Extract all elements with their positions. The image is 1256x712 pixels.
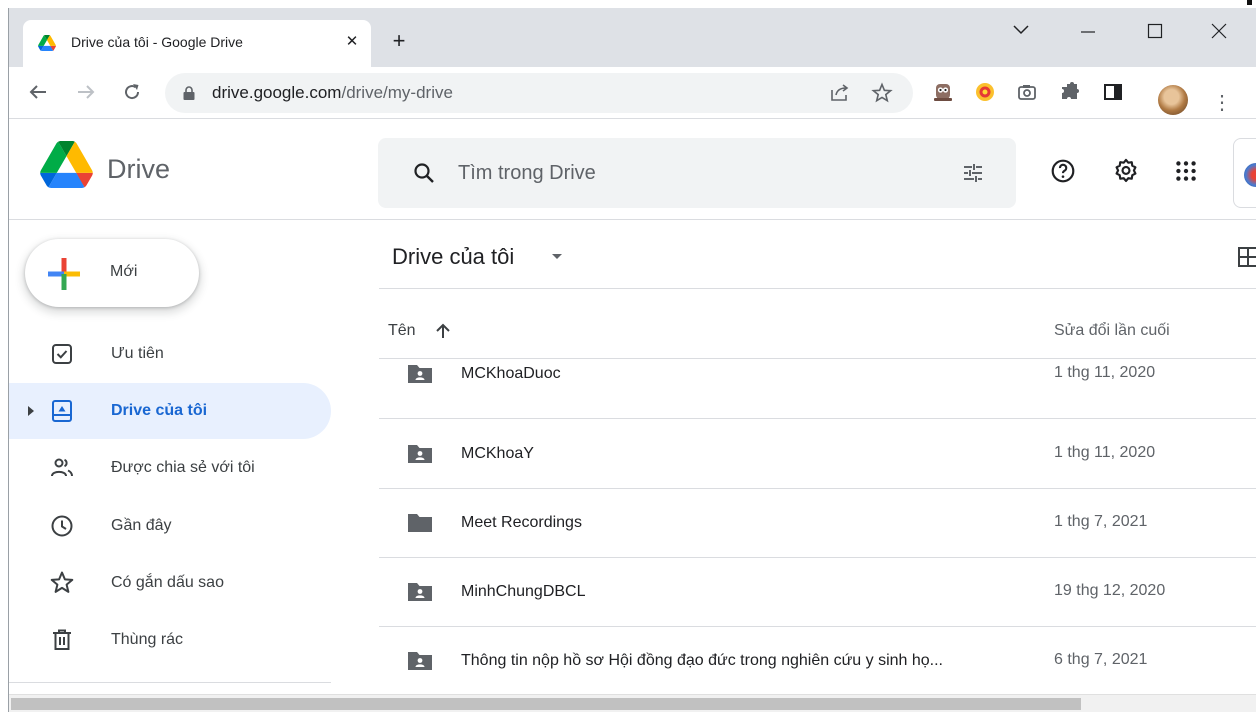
- file-name: MCKhoaDuoc: [461, 365, 561, 382]
- google-drive-favicon-icon: [38, 35, 56, 51]
- browser-menu-button[interactable]: ⋮: [1212, 93, 1232, 113]
- search-input[interactable]: [458, 158, 938, 188]
- browser-window: Drive của tôi - Google Drive ✕ + drive.g…: [8, 8, 1256, 712]
- sidebar-item-my-drive[interactable]: Drive của tôi: [9, 383, 331, 439]
- file-name: Meet Recordings: [461, 514, 582, 531]
- new-tab-button[interactable]: +: [387, 29, 411, 53]
- shared-people-icon: [51, 458, 73, 477]
- shared-folder-icon: [408, 445, 432, 463]
- forward-arrow-icon[interactable]: [74, 80, 98, 104]
- profile-avatar[interactable]: [1158, 85, 1188, 115]
- camera-extension-icon[interactable]: [1015, 80, 1039, 104]
- sidebar-item-label: Được chia sẻ với tôi: [111, 459, 255, 476]
- table-row[interactable]: MCKhoaDuoc 1 thg 11, 2020: [379, 350, 1256, 419]
- clock-icon: [51, 515, 73, 537]
- folder-icon: [408, 514, 432, 532]
- window-close-icon[interactable]: [1204, 16, 1234, 46]
- scrollbar-thumb[interactable]: [11, 698, 1081, 710]
- google-drive-logo-icon[interactable]: [40, 141, 93, 188]
- tab-close-button[interactable]: ✕: [341, 31, 363, 53]
- sidebar-item-label: Thùng rác: [111, 631, 184, 648]
- column-header: Tên Sửa đổi lần cuối: [379, 290, 1256, 359]
- bookmark-star-icon[interactable]: [871, 82, 893, 104]
- file-modified: 19 thg 12, 2020: [1054, 582, 1166, 599]
- address-bar[interactable]: drive.google.com/drive/my-drive: [165, 73, 913, 113]
- priority-check-icon: [52, 344, 72, 364]
- sidebar-item-label: Drive của tôi: [111, 402, 208, 419]
- table-row[interactable]: Meet Recordings 1 thg 7, 2021: [379, 489, 1256, 558]
- sidebar-item-label: Có gắn dấu sao: [111, 574, 224, 591]
- drive-header: Drive: [9, 120, 1256, 220]
- tab-google-drive[interactable]: Drive của tôi - Google Drive ✕: [23, 20, 371, 67]
- chevron-down-icon[interactable]: [551, 253, 563, 261]
- file-list-panel: Drive của tôi Tên Sửa đổi lần cuối MCKho…: [379, 220, 1256, 690]
- shared-folder-icon: [408, 583, 432, 601]
- column-modified[interactable]: Sửa đổi lần cuối: [1054, 322, 1170, 340]
- file-name: Thông tin nộp hồ sơ Hội đồng đạo đức tro…: [461, 652, 943, 669]
- file-name: MCKhoaY: [461, 445, 534, 462]
- expand-arrow-icon[interactable]: [26, 405, 36, 417]
- search-bar: [378, 138, 1016, 208]
- my-drive-icon: [52, 400, 72, 422]
- background-mark: [1247, 0, 1252, 5]
- reload-icon[interactable]: [120, 80, 144, 104]
- address-url: drive.google.com/drive/my-drive: [212, 83, 453, 102]
- new-button-label: Mới: [110, 263, 138, 280]
- search-icon[interactable]: [412, 161, 436, 185]
- screenshot: Drive của tôi - Google Drive ✕ + drive.g…: [0, 0, 1256, 712]
- horizontal-scrollbar[interactable]: [9, 694, 1256, 712]
- sort-up-arrow-icon[interactable]: [433, 321, 453, 341]
- help-icon[interactable]: [1050, 158, 1076, 184]
- browser-toolbar: drive.google.com/drive/my-drive ⋮: [9, 67, 1256, 119]
- account-avatar: [1244, 163, 1256, 187]
- owl-extension-icon[interactable]: [931, 80, 955, 104]
- sidebar-item-recent[interactable]: Gần đây: [9, 498, 331, 554]
- sidebar-item-priority[interactable]: Ưu tiên: [9, 326, 331, 382]
- search-options-icon[interactable]: [961, 161, 985, 185]
- tab-search-chevron-icon[interactable]: [1009, 20, 1033, 40]
- file-modified: 6 thg 7, 2021: [1054, 651, 1148, 668]
- plus-icon: [48, 258, 80, 290]
- shared-folder-icon: [408, 365, 432, 383]
- sidebar-divider: [9, 682, 331, 683]
- sidebar-item-starred[interactable]: Có gắn dấu sao: [9, 555, 331, 611]
- apps-grid-icon[interactable]: [1173, 158, 1199, 184]
- settings-gear-icon[interactable]: [1113, 158, 1139, 184]
- background-document-strip: [0, 0, 1256, 8]
- table-row[interactable]: MinhChungDBCL 19 thg 12, 2020: [379, 558, 1256, 627]
- file-modified: 1 thg 11, 2020: [1054, 364, 1156, 381]
- lock-icon[interactable]: [182, 85, 196, 101]
- tab-bar: Drive của tôi - Google Drive ✕ +: [9, 8, 1256, 67]
- tab-title: Drive của tôi - Google Drive: [71, 34, 243, 50]
- grid-view-icon[interactable]: [1237, 246, 1256, 268]
- side-panel-icon[interactable]: [1101, 80, 1125, 104]
- emblem-extension-icon[interactable]: [973, 80, 997, 104]
- share-icon[interactable]: [829, 82, 851, 104]
- file-name: MinhChungDBCL: [461, 583, 586, 600]
- app-name[interactable]: Drive: [107, 154, 170, 185]
- sidebar: Mới Ưu tiên Drive của tôi Được chia sẻ v…: [9, 220, 339, 690]
- column-name[interactable]: Tên: [388, 322, 416, 340]
- file-modified: 1 thg 11, 2020: [1054, 444, 1156, 461]
- table-row[interactable]: Thông tin nộp hồ sơ Hội đồng đạo đức tro…: [379, 627, 1256, 690]
- shared-folder-icon: [408, 652, 432, 670]
- table-row[interactable]: MCKhoaY 1 thg 11, 2020: [379, 420, 1256, 489]
- page-title[interactable]: Drive của tôi: [392, 244, 514, 270]
- sidebar-item-shared[interactable]: Được chia sẻ với tôi: [9, 440, 331, 496]
- file-modified: 1 thg 7, 2021: [1054, 513, 1148, 530]
- window-minimize-icon[interactable]: [1073, 16, 1103, 46]
- back-arrow-icon[interactable]: [26, 80, 50, 104]
- trash-icon: [53, 629, 71, 650]
- puzzle-extensions-icon[interactable]: [1058, 80, 1082, 104]
- new-button[interactable]: Mới: [25, 239, 199, 307]
- breadcrumb: Drive của tôi: [379, 220, 1256, 289]
- window-maximize-icon[interactable]: [1140, 16, 1170, 46]
- sidebar-item-label: Ưu tiên: [111, 345, 164, 362]
- star-icon: [50, 571, 74, 593]
- account-button[interactable]: [1233, 138, 1256, 208]
- sidebar-item-trash[interactable]: Thùng rác: [9, 612, 331, 668]
- sidebar-item-label: Gần đây: [111, 517, 172, 534]
